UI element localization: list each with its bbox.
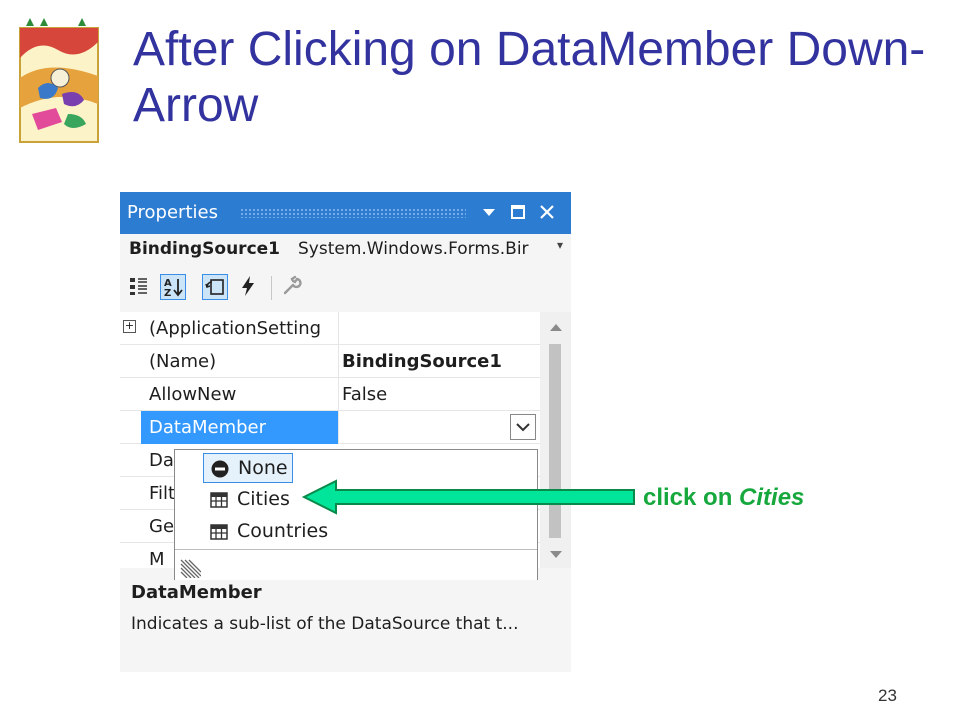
property-value[interactable]: BindingSource1 (342, 351, 502, 372)
scroll-down-icon[interactable] (549, 550, 563, 560)
object-selector-chevron-icon[interactable]: ▾ (557, 238, 563, 252)
property-row-name[interactable]: (Name) BindingSource1 (120, 345, 540, 378)
window-menu-dropdown-icon[interactable] (476, 198, 502, 226)
toolbar-separator (271, 276, 272, 300)
property-value[interactable]: False (342, 384, 387, 405)
object-name: BindingSource1 (129, 239, 280, 259)
table-icon (210, 492, 228, 508)
maximize-icon[interactable] (505, 198, 531, 226)
property-name: DataMember (149, 417, 267, 438)
property-name: Ge (149, 516, 175, 537)
scroll-up-icon[interactable] (549, 322, 563, 332)
property-name: M (149, 549, 165, 568)
column-divider (338, 378, 339, 411)
dropdown-item-label: Countries (237, 520, 329, 542)
column-divider (338, 345, 339, 378)
property-name: AllowNew (149, 384, 237, 405)
dropdown-item-label: None (238, 457, 288, 479)
properties-view-icon[interactable] (202, 274, 228, 300)
resize-grip-icon[interactable] (179, 556, 201, 578)
property-name: Da (149, 450, 174, 471)
callout-emphasis: Cities (739, 484, 805, 511)
window-title: Properties (127, 202, 218, 223)
dropdown-item-countries[interactable]: Countries (203, 517, 383, 547)
categorized-icon[interactable] (127, 274, 153, 300)
dropdown-item-none[interactable]: None (203, 453, 293, 483)
object-type: System.Windows.Forms.Bir (298, 239, 529, 259)
annotation-callout: click on Cities (643, 484, 804, 512)
none-circle-icon (211, 460, 229, 478)
property-row-datamember[interactable]: DataMember (120, 411, 540, 444)
properties-window: Properties BindingSource1 System.Windows… (120, 192, 571, 672)
datamember-dropdown-button[interactable] (510, 414, 536, 440)
titlebar-grip (240, 208, 466, 218)
property-row-allownew[interactable]: AllowNew False (120, 378, 540, 411)
property-name: Filt (149, 483, 176, 504)
table-icon (210, 524, 228, 540)
properties-toolbar: AZ (120, 270, 571, 304)
description-title: DataMember (131, 582, 262, 603)
dropdown-footer (175, 549, 537, 580)
alphabetical-sort-icon[interactable]: AZ (160, 274, 186, 300)
property-name: (ApplicationSetting (149, 318, 322, 339)
properties-titlebar[interactable]: Properties (120, 192, 571, 234)
svg-text:Z: Z (164, 288, 171, 299)
page-number: 23 (878, 686, 897, 705)
callout-prefix: click on (643, 484, 740, 511)
clipart-logo (19, 18, 99, 143)
object-selector[interactable]: BindingSource1 System.Windows.Forms.Bir … (120, 234, 571, 264)
events-lightning-icon[interactable] (236, 274, 262, 300)
expand-plus-icon[interactable]: + (123, 320, 136, 333)
dropdown-item-label: Cities (237, 488, 290, 510)
annotation-arrow (301, 479, 635, 515)
property-pages-wrench-icon[interactable] (280, 274, 306, 300)
column-divider (338, 312, 339, 345)
property-name: (Name) (149, 351, 217, 372)
close-icon[interactable] (534, 198, 560, 226)
slide-title: After Clicking on DataMember Down-Arrow (133, 23, 926, 132)
column-divider (338, 411, 339, 444)
grid-scrollbar[interactable] (540, 312, 571, 568)
property-row-applicationsettings[interactable]: + (ApplicationSetting (120, 312, 540, 345)
description-text: Indicates a sub-list of the DataSource t… (131, 614, 519, 634)
